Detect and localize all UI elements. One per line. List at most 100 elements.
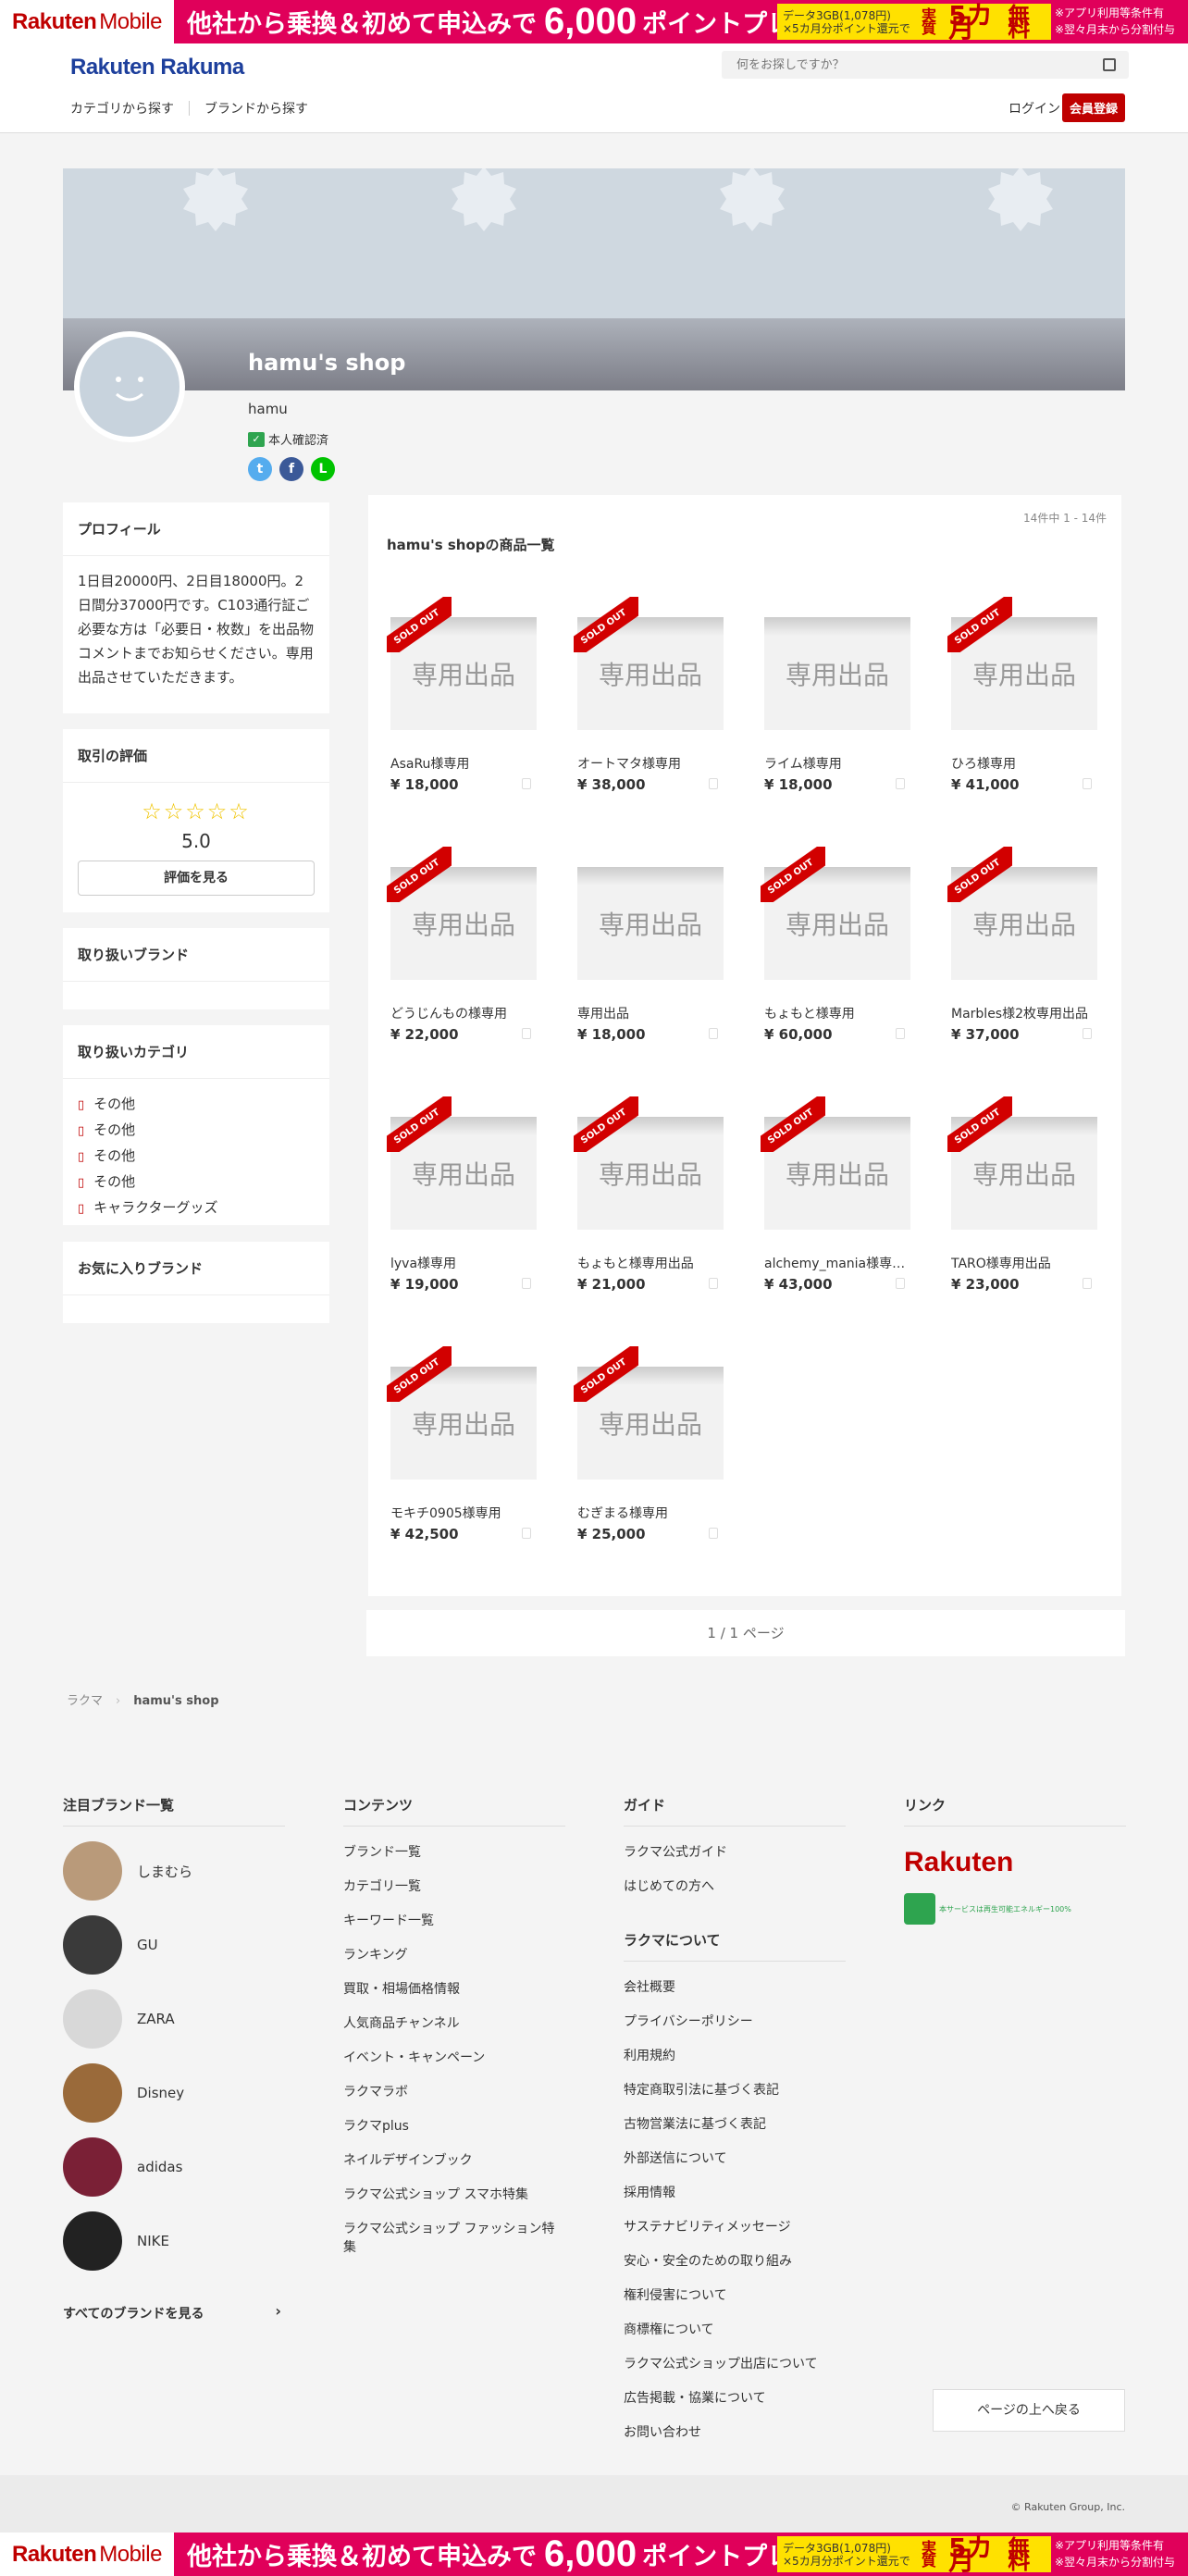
footer-link[interactable]: 人気商品チャンネル	[343, 2013, 565, 2032]
line-share-icon[interactable]: L	[311, 457, 335, 481]
product-card[interactable]: 専用出品 ライム様専用 ¥ 18,000	[761, 588, 918, 810]
footer-link[interactable]: 商標権について	[624, 2320, 846, 2338]
product-card[interactable]: 専用出品 SOLD OUT Marbles様2枚専用出品 ¥ 37,000	[947, 837, 1105, 1059]
product-card[interactable]: 専用出品 SOLD OUT どうじんもの様専用 ¥ 22,000	[387, 837, 544, 1059]
footer-link[interactable]: ネイルデザインブック	[343, 2150, 565, 2169]
like-icon[interactable]	[896, 1278, 905, 1289]
like-icon[interactable]	[522, 1028, 531, 1039]
footer-link[interactable]: カテゴリ一覧	[343, 1876, 565, 1895]
search-input[interactable]	[736, 57, 1103, 72]
product-card[interactable]: 専用出品 SOLD OUT モキチ0905様専用 ¥ 42,500	[387, 1337, 544, 1559]
twitter-share-icon[interactable]: t	[248, 457, 272, 481]
footer-link[interactable]: 買取・相場価格情報	[343, 1979, 565, 1998]
footer-link[interactable]: ラクマラボ	[343, 2082, 565, 2100]
footer-link[interactable]: 権利侵害について	[624, 2285, 846, 2304]
product-name[interactable]: ひろ様専用	[951, 754, 1099, 773]
like-icon[interactable]	[709, 778, 718, 789]
product-name[interactable]: むぎまる様専用	[577, 1504, 725, 1522]
search-box[interactable]	[722, 51, 1129, 79]
product-thumbnail[interactable]: 専用出品	[764, 617, 910, 730]
footer-link[interactable]: ラクマplus	[343, 2116, 565, 2135]
footer-link[interactable]: ラクマ公式ガイド	[624, 1842, 846, 1861]
product-card[interactable]: 専用出品 SOLD OUT オートマタ様専用 ¥ 38,000	[574, 588, 731, 810]
product-name[interactable]: モキチ0905様専用	[390, 1504, 538, 1522]
like-icon[interactable]	[522, 1278, 531, 1289]
footer-link[interactable]: ラクマ公式ショップ スマホ特集	[343, 2185, 565, 2203]
footer-brand-item[interactable]: ZARA	[63, 1989, 285, 2049]
all-brands-link[interactable]: すべてのブランドを見る ›	[63, 2302, 285, 2322]
footer-link[interactable]: サステナビリティメッセージ	[624, 2217, 846, 2235]
like-icon[interactable]	[1083, 1278, 1092, 1289]
product-name[interactable]: 専用出品	[577, 1004, 725, 1022]
view-ratings-button[interactable]: 評価を見る	[78, 861, 315, 896]
green-energy-badge[interactable]: 本サービスは再生可能エネルギー100%	[904, 1893, 1126, 1925]
like-icon[interactable]	[709, 1528, 718, 1539]
product-name[interactable]: ライム様専用	[764, 754, 912, 773]
product-card[interactable]: 専用出品 SOLD OUT AsaRu様専用 ¥ 18,000	[387, 588, 544, 810]
like-icon[interactable]	[709, 1028, 718, 1039]
product-name[interactable]: AsaRu様専用	[390, 754, 538, 773]
footer-link[interactable]: 古物営業法に基づく表記	[624, 2114, 846, 2133]
like-icon[interactable]	[522, 778, 531, 789]
footer-link[interactable]: ブランド一覧	[343, 1842, 565, 1861]
like-icon[interactable]	[1083, 1028, 1092, 1039]
footer-link[interactable]: プライバシーポリシー	[624, 2012, 846, 2030]
back-to-top-button[interactable]: ページの上へ戻る	[933, 2389, 1125, 2432]
product-card[interactable]: 専用出品 SOLD OUT もょもと様専用 ¥ 60,000	[761, 837, 918, 1059]
like-icon[interactable]	[1083, 778, 1092, 789]
footer-brand-item[interactable]: しまむら	[63, 1841, 285, 1901]
footer-brand-item[interactable]: adidas	[63, 2137, 285, 2197]
footer-link[interactable]: はじめての方へ	[624, 1876, 846, 1895]
category-item[interactable]: ▯ その他	[78, 1118, 315, 1144]
product-name[interactable]: どうじんもの様専用	[390, 1004, 538, 1022]
product-name[interactable]: Marbles様2枚専用出品	[951, 1004, 1099, 1022]
product-card[interactable]: 専用出品SOLD OUTalchemy_mania様専用出品¥ 43,000	[761, 1087, 918, 1309]
footer-link[interactable]: 利用規約	[624, 2046, 846, 2064]
rakuma-logo[interactable]: Rakuten Rakuma	[70, 55, 244, 80]
footer-link[interactable]: ラクマ公式ショップ ファッション特集	[343, 2219, 565, 2256]
product-name[interactable]: オートマタ様専用	[577, 754, 725, 773]
product-name[interactable]: lyva様専用	[390, 1254, 538, 1272]
product-name[interactable]: TARO様専用出品	[951, 1254, 1099, 1272]
product-thumbnail[interactable]: 専用出品	[577, 867, 724, 980]
nav-category[interactable]: カテゴリから探す	[70, 99, 174, 118]
promo-banner-bottom[interactable]: Rakuten Mobile 他社から乗換＆初めて申込みで 6,000 ポイントプ…	[0, 2533, 1188, 2576]
footer-link[interactable]: キーワード一覧	[343, 1911, 565, 1929]
promo-banner[interactable]: Rakuten Mobile 他社から乗換＆初めて申込みで 6,000 ポイントプ…	[0, 0, 1188, 43]
category-item[interactable]: ▯ その他	[78, 1170, 315, 1195]
category-item[interactable]: ▯ その他	[78, 1144, 315, 1170]
footer-link[interactable]: 外部送信について	[624, 2149, 846, 2167]
product-name[interactable]: もょもと様専用出品	[577, 1254, 725, 1272]
footer-brand-item[interactable]: GU	[63, 1915, 285, 1975]
like-icon[interactable]	[522, 1528, 531, 1539]
product-card[interactable]: 専用出品 SOLD OUT ひろ様専用 ¥ 41,000	[947, 588, 1105, 810]
product-name[interactable]: alchemy_mania様専用出品	[764, 1254, 912, 1272]
like-icon[interactable]	[896, 778, 905, 789]
footer-link[interactable]: ラクマ公式ショップ出店について	[624, 2354, 846, 2372]
product-card[interactable]: 専用出品 SOLD OUT TARO様専用出品 ¥ 23,000	[947, 1087, 1105, 1309]
footer-link[interactable]: 安心・安全のための取り組み	[624, 2251, 846, 2270]
footer-link[interactable]: 採用情報	[624, 2183, 846, 2201]
product-card[interactable]: 専用出品 SOLD OUT もょもと様専用出品 ¥ 21,000	[574, 1087, 731, 1309]
nav-brand[interactable]: ブランドから探す	[204, 99, 308, 118]
product-card[interactable]: 専用出品 SOLD OUT lyva様専用 ¥ 19,000	[387, 1087, 544, 1309]
facebook-share-icon[interactable]: f	[279, 457, 303, 481]
footer-link[interactable]: ランキング	[343, 1945, 565, 1963]
footer-link[interactable]: お問い合わせ	[624, 2422, 846, 2441]
search-icon[interactable]	[1103, 58, 1116, 71]
footer-link[interactable]: 特定商取引法に基づく表記	[624, 2080, 846, 2099]
footer-link[interactable]: 会社概要	[624, 1977, 846, 1996]
footer-brand-item[interactable]: NIKE	[63, 2211, 285, 2271]
footer-link[interactable]: イベント・キャンペーン	[343, 2048, 565, 2066]
register-button[interactable]: 会員登録	[1061, 93, 1125, 122]
category-item[interactable]: ▯ キャラクターグッズ	[78, 1195, 315, 1221]
breadcrumb-home[interactable]: ラクマ	[67, 1694, 103, 1708]
rakuten-logo[interactable]: Rakuten	[904, 1847, 1126, 1878]
like-icon[interactable]	[709, 1278, 718, 1289]
like-icon[interactable]	[896, 1028, 905, 1039]
product-name[interactable]: もょもと様専用	[764, 1004, 912, 1022]
category-item[interactable]: ▯ その他	[78, 1092, 315, 1118]
footer-brand-item[interactable]: Disney	[63, 2063, 285, 2123]
product-card[interactable]: 専用出品 専用出品 ¥ 18,000	[574, 837, 731, 1059]
footer-link[interactable]: 広告掲載・協業について	[624, 2388, 846, 2407]
